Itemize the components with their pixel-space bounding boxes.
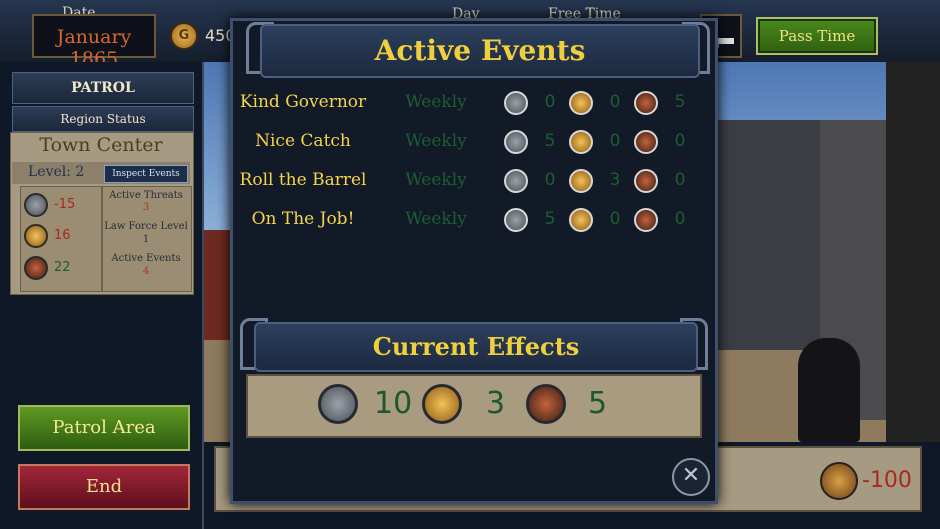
lock-icon (318, 384, 358, 424)
inspect-events-button[interactable]: Inspect Events (104, 165, 188, 183)
outlaw-icon (526, 384, 566, 424)
lock-icon (504, 91, 528, 115)
event-coins-value: 0 (609, 209, 621, 229)
patrol-area-button[interactable]: Patrol Area (18, 405, 190, 451)
modal-title: Active Events (260, 24, 700, 78)
close-button[interactable]: ✕ (672, 458, 710, 496)
event-lock-value: 5 (544, 209, 556, 229)
event-frequency: Weekly (405, 131, 467, 151)
coins-icon (569, 208, 593, 232)
scene-building-left (204, 230, 230, 340)
event-name: Roll the Barrel (239, 170, 367, 190)
current-effects-title: Current Effects (254, 322, 698, 372)
coins-icon (24, 224, 48, 248)
event-coins-value: 0 (609, 131, 621, 151)
pass-time-button[interactable]: Pass Time (756, 17, 878, 55)
outlaw-icon (634, 91, 658, 115)
gold-coin-icon: G (170, 22, 198, 50)
event-name: On The Job! (251, 209, 355, 229)
event-name: Nice Catch (255, 131, 351, 151)
outlaw-icon (634, 130, 658, 154)
event-coins-value: 3 (609, 170, 621, 190)
event-lock-value: 0 (544, 170, 556, 190)
event-lock-value: 5 (544, 131, 556, 151)
event-coins-value: 0 (609, 92, 621, 112)
end-button[interactable]: End (18, 464, 190, 510)
coins-icon (569, 169, 593, 193)
scene-building (712, 120, 832, 350)
lock-icon (504, 169, 528, 193)
event-frequency: Weekly (405, 209, 467, 229)
active-events-value: 4 (142, 266, 150, 277)
lock-icon (24, 193, 48, 217)
coins-icon (569, 130, 593, 154)
effect-lock-value: 10 (374, 386, 413, 421)
effect-outlaw-value: 5 (588, 386, 608, 421)
money-bag-icon (820, 462, 858, 500)
stat-outlaw-value: 22 (54, 260, 71, 275)
current-effects-panel (246, 374, 702, 438)
event-frequency: Weekly (405, 92, 467, 112)
event-frequency: Weekly (405, 170, 467, 190)
active-threats-label: Active Threats (109, 190, 183, 201)
lock-icon (504, 130, 528, 154)
effect-coins-value: 3 (486, 386, 506, 421)
scene-character (798, 338, 860, 442)
outlaw-icon (634, 169, 658, 193)
outlaw-icon (24, 256, 48, 280)
event-name: Kind Governor (239, 92, 367, 112)
law-force-label: Law Force Level (104, 221, 188, 232)
active-events-label: Active Events (111, 253, 181, 264)
coins-icon (422, 384, 462, 424)
stat-lock-value: -15 (54, 197, 76, 212)
active-threats-value: 3 (142, 202, 150, 213)
region-status-header: Region Status (12, 106, 194, 132)
cost-value: -100 (862, 468, 912, 493)
outlaw-icon (634, 208, 658, 232)
law-force-value: 1 (142, 234, 150, 245)
stat-coins-value: 16 (54, 228, 71, 243)
event-outlaw-value: 5 (674, 92, 686, 112)
level-text: Level: 2 (28, 164, 85, 180)
coins-icon (569, 91, 593, 115)
patrol-header: PATROL (12, 72, 194, 104)
event-lock-value: 0 (544, 92, 556, 112)
town-name: Town Center (39, 134, 163, 156)
event-outlaw-value: 0 (674, 209, 686, 229)
scene-building-edge (886, 62, 940, 442)
event-outlaw-value: 0 (674, 170, 686, 190)
event-outlaw-value: 0 (674, 131, 686, 151)
lock-icon (504, 208, 528, 232)
